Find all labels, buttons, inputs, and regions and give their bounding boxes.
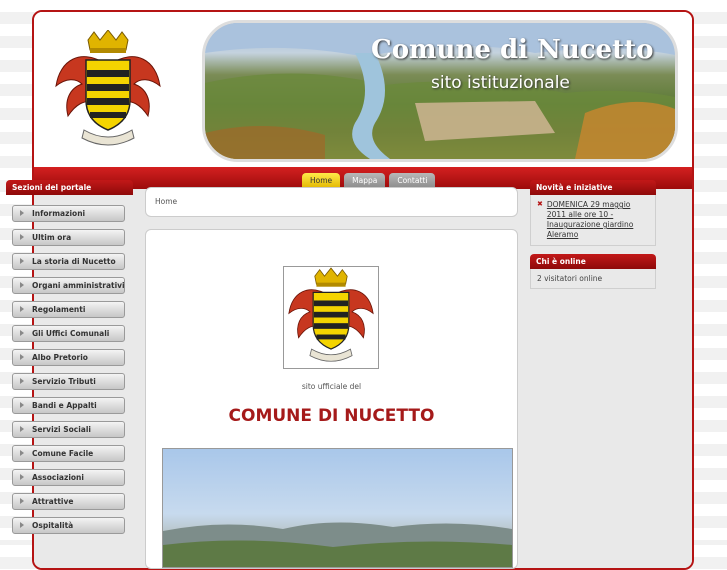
- chevron-right-icon: [20, 522, 24, 528]
- chevron-right-icon: [20, 282, 24, 288]
- sidebar-item-label: Associazioni: [32, 473, 84, 482]
- breadcrumb-home-link[interactable]: Home: [155, 197, 177, 206]
- sidebar-item-label: Attrattive: [32, 497, 74, 506]
- site-header: Comune di Nucetto sito istituzionale: [34, 12, 692, 167]
- sidebar-item-organi[interactable]: Organi amministrativi: [12, 277, 125, 294]
- official-site-text: sito ufficiale del: [301, 382, 362, 391]
- sidebar-item-associazioni[interactable]: Associazioni: [12, 469, 125, 486]
- chevron-right-icon: [20, 426, 24, 432]
- content-logo-frame: [283, 266, 379, 369]
- site-subtitle: sito istituzionale: [431, 73, 570, 93]
- sidebar-item-label: Gli Uffici Comunali: [32, 329, 110, 338]
- tab-home[interactable]: Home: [302, 173, 341, 188]
- sidebar-item-tributi[interactable]: Servizio Tributi: [12, 373, 125, 390]
- sidebar-item-label: Comune Facile: [32, 449, 94, 458]
- news-heading: Novità e iniziative: [530, 180, 656, 195]
- town-photo: [162, 448, 513, 568]
- sidebar-item-label: Ultim ora: [32, 233, 72, 242]
- header-banner: Comune di Nucetto sito istituzionale: [202, 20, 678, 162]
- main-content: sito ufficiale del COMUNE DI NUCETTO: [145, 229, 518, 569]
- sidebar-item-label: Albo Pretorio: [32, 353, 88, 362]
- news-item: ✖ DOMENICA 29 maggio 2011 alle ore 10 - …: [537, 200, 649, 240]
- tab-mappa[interactable]: Mappa: [344, 173, 386, 188]
- site-title: Comune di Nucetto: [371, 35, 654, 65]
- comune-heading: COMUNE DI NUCETTO: [228, 406, 435, 426]
- sidebar-item-label: Organi amministrativi: [32, 281, 125, 290]
- online-box: Chi è online 2 visitatori online: [530, 254, 656, 289]
- left-sidebar: Sezioni del portale Informazioni Ultim o…: [6, 180, 133, 541]
- sidebar-item-storia[interactable]: La storia di Nucetto: [12, 253, 125, 270]
- sidebar-item-informazioni[interactable]: Informazioni: [12, 205, 125, 222]
- sidebar-item-label: Regolamenti: [32, 305, 86, 314]
- right-sidebar: Novità e iniziative ✖ DOMENICA 29 maggio…: [530, 180, 656, 297]
- sidebar-item-label: Ospitalità: [32, 521, 74, 530]
- chevron-right-icon: [20, 354, 24, 360]
- chevron-right-icon: [20, 450, 24, 456]
- breadcrumb: Home: [145, 187, 518, 217]
- tab-contatti[interactable]: Contatti: [389, 173, 436, 188]
- news-box: Novità e iniziative ✖ DOMENICA 29 maggio…: [530, 180, 656, 246]
- sidebar-item-label: Bandi e Appalti: [32, 401, 97, 410]
- chevron-right-icon: [20, 258, 24, 264]
- sidebar-item-label: Servizi Sociali: [32, 425, 91, 434]
- sidebar-item-bandi[interactable]: Bandi e Appalti: [12, 397, 125, 414]
- bullet-icon: ✖: [537, 200, 543, 208]
- chevron-right-icon: [20, 402, 24, 408]
- chevron-right-icon: [20, 210, 24, 216]
- news-body: ✖ DOMENICA 29 maggio 2011 alle ore 10 - …: [530, 195, 656, 246]
- news-link[interactable]: DOMENICA 29 maggio 2011 alle ore 10 - In…: [547, 200, 649, 240]
- sidebar-item-albo[interactable]: Albo Pretorio: [12, 349, 125, 366]
- sidebar-item-label: Informazioni: [32, 209, 86, 218]
- chevron-right-icon: [20, 378, 24, 384]
- sidebar-heading: Sezioni del portale: [6, 180, 133, 195]
- sidebar-item-uffici[interactable]: Gli Uffici Comunali: [12, 325, 125, 342]
- online-body: 2 visitatori online: [530, 269, 656, 289]
- chevron-right-icon: [20, 474, 24, 480]
- sidebar-item-label: La storia di Nucetto: [32, 257, 116, 266]
- sidebar-item-label: Servizio Tributi: [32, 377, 96, 386]
- sidebar-item-servizi-sociali[interactable]: Servizi Sociali: [12, 421, 125, 438]
- chevron-right-icon: [20, 330, 24, 336]
- sidebar-item-ospitalita[interactable]: Ospitalità: [12, 517, 125, 534]
- sidebar-item-attrattive[interactable]: Attrattive: [12, 493, 125, 510]
- online-heading: Chi è online: [530, 254, 656, 269]
- sidebar-item-comune-facile[interactable]: Comune Facile: [12, 445, 125, 462]
- chevron-right-icon: [20, 234, 24, 240]
- chevron-right-icon: [20, 306, 24, 312]
- coat-of-arms-logo: [288, 267, 374, 362]
- coat-of-arms-logo[interactable]: [50, 30, 166, 152]
- sidebar-item-ultim-ora[interactable]: Ultim ora: [12, 229, 125, 246]
- sidebar-item-regolamenti[interactable]: Regolamenti: [12, 301, 125, 318]
- landscape-illustration: [163, 522, 512, 567]
- sidebar-menu: Informazioni Ultim ora La storia di Nuce…: [6, 195, 133, 534]
- chevron-right-icon: [20, 498, 24, 504]
